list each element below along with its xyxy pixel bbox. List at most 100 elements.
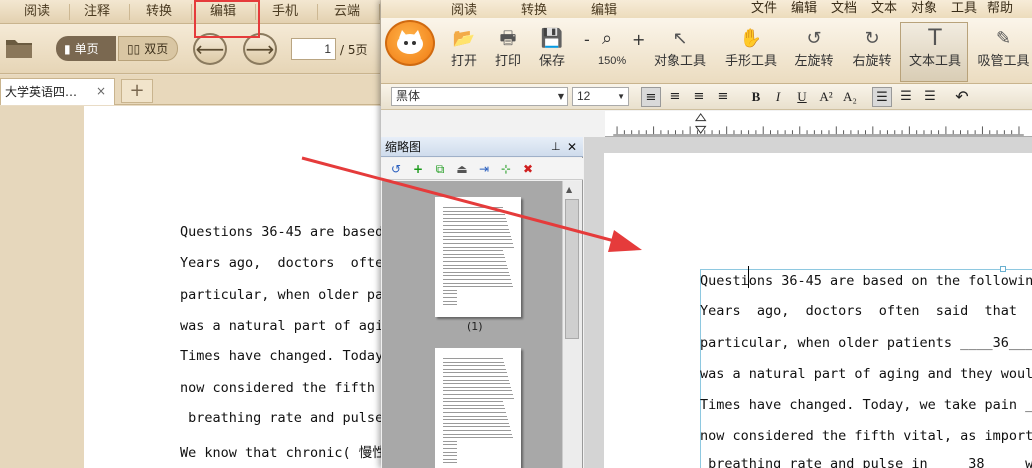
thumbnail-header: 缩略图 ⊥ ✕ — [381, 137, 583, 157]
thumbnail-text-line — [443, 437, 513, 439]
extract-page-icon[interactable]: ⏏ — [454, 161, 470, 177]
arrow-right-icon: ⟶ — [245, 37, 275, 61]
double-page-button[interactable]: ▯▯ 双页 — [118, 36, 178, 61]
menu-text[interactable]: 文本 — [871, 0, 897, 18]
thumbnail-text-line — [443, 271, 509, 273]
thumbnail-text-line — [443, 419, 508, 421]
cat-logo-icon — [397, 30, 423, 54]
resize-handle[interactable] — [1000, 266, 1006, 272]
left-doc-line: Times have changed. Today — [180, 348, 384, 364]
menu-tools[interactable]: 工具 — [951, 0, 977, 18]
insert-page-icon[interactable]: ⧉ — [432, 161, 448, 177]
double-page-icon: ▯▯ — [127, 41, 141, 56]
thumbnail-text-line — [443, 232, 510, 234]
left-doc-line: now considered the fifth — [180, 380, 384, 396]
text-tool-button[interactable]: T 文本工具 — [904, 26, 966, 70]
align-right-icon[interactable]: ≡ — [689, 87, 709, 107]
left-doc-line: breathing rate and pulse — [180, 410, 384, 426]
menu-object[interactable]: 对象 — [911, 0, 937, 18]
split-page-icon[interactable]: ⊹ — [498, 161, 514, 177]
rotate-right-button[interactable]: ↻ 右旋转 — [848, 28, 896, 69]
document-tab-title: 大学英语四… — [5, 85, 78, 99]
rotate-left-button[interactable]: ↺ 左旋转 — [790, 28, 838, 69]
folder-icon[interactable] — [4, 34, 34, 60]
add-page-icon[interactable]: + — [410, 161, 426, 177]
tab-cloud[interactable]: 云端 — [324, 0, 380, 24]
thumbnail-text-line — [443, 361, 504, 363]
font-size-value: 12 — [577, 89, 591, 103]
single-page-button[interactable]: ▮ 单页 — [56, 36, 116, 61]
tab-mobile[interactable]: 手机 — [262, 0, 318, 24]
line-spacing-15-icon[interactable]: ☰ — [896, 87, 916, 107]
object-tool-button[interactable]: ↖ 对象工具 — [650, 28, 710, 69]
print-label: 打印 — [494, 54, 521, 69]
text-tool-icon: T — [928, 26, 942, 51]
rotate-page-icon[interactable]: ↺ — [388, 161, 404, 177]
print-icon: 🖶 — [499, 28, 517, 49]
scrollbar-thumb[interactable] — [565, 199, 579, 339]
rotate-right-label: 右旋转 — [852, 54, 892, 69]
line-spacing-2-icon[interactable]: ☰ — [920, 87, 940, 107]
delete-page-icon[interactable]: ✖ — [520, 161, 536, 177]
zoom-level[interactable]: 150% — [598, 55, 626, 67]
align-center-icon[interactable]: ≡ — [665, 87, 685, 107]
print-button[interactable]: 🖶 打印 — [484, 28, 532, 69]
thumbnail-text-line — [443, 221, 507, 223]
doc-line[interactable]: now considered the fifth vital, as impor… — [700, 428, 1032, 444]
thumbnail-text-line — [443, 451, 457, 453]
undo-icon[interactable]: ↶ — [952, 87, 972, 107]
close-icon[interactable]: ✕ — [567, 137, 577, 157]
doc-line[interactable]: particular, when older patients ____36__… — [700, 335, 1032, 351]
zoom-in-button[interactable]: + — [632, 30, 645, 49]
menu-file[interactable]: 文件 — [751, 0, 777, 18]
menu-edit[interactable]: 编辑 — [791, 0, 817, 18]
justify-icon[interactable]: ≡ — [713, 87, 733, 107]
menu-help[interactable]: 帮助 — [987, 0, 1013, 18]
thumbnail-text-line — [443, 300, 457, 302]
doc-line[interactable]: Times have changed. Today, we take pain … — [700, 397, 1032, 413]
tab-read[interactable]: 阅读 — [14, 0, 70, 24]
font-name-select[interactable]: 黑体 ▼ — [391, 87, 568, 106]
pin-icon[interactable]: ⊥ — [551, 137, 561, 157]
subscript-icon[interactable]: A₂ — [840, 87, 860, 107]
eyedropper-icon: ✎ — [995, 28, 1012, 49]
zoom-out-button[interactable]: - — [584, 30, 590, 49]
thumbnail-text-line — [443, 379, 509, 381]
hand-tool-button[interactable]: ✋ 手形工具 — [720, 28, 782, 69]
ruler — [605, 111, 1032, 137]
add-tab-button[interactable]: + — [121, 79, 153, 103]
text-cursor — [748, 266, 749, 288]
align-left-icon[interactable]: ≡ — [641, 87, 661, 107]
thumbnail-text-line — [443, 448, 457, 449]
underline-icon[interactable]: U — [792, 87, 812, 107]
ruler-left-gap — [381, 111, 605, 137]
doc-line[interactable]: Questions 36-45 are based on the followi… — [700, 273, 1032, 289]
thumbnail-text-line — [443, 383, 510, 385]
page-number-input[interactable]: 1 — [291, 38, 336, 60]
page-thumbnail-2[interactable] — [435, 348, 521, 468]
doc-line[interactable]: breathing rate and pulse in ____38____ w… — [700, 456, 1032, 468]
save-button[interactable]: 💾 保存 — [528, 28, 576, 69]
folder-open-icon: 📂 — [452, 28, 476, 49]
left-doc-line: Questions 36-45 are based — [180, 224, 384, 240]
superscript-icon[interactable]: A² — [816, 87, 836, 107]
replace-page-icon[interactable]: ⇥ — [476, 161, 492, 177]
thumbnail-scrollbar[interactable]: ▲ — [562, 181, 582, 468]
eyedropper-button[interactable]: ✎ 吸管工具 — [975, 28, 1032, 69]
menu-document[interactable]: 文档 — [831, 0, 857, 18]
open-label: 打开 — [450, 54, 477, 69]
scroll-up-icon[interactable]: ▲ — [566, 185, 572, 194]
thumbnail-text-line — [443, 253, 504, 255]
bold-icon[interactable]: B — [746, 87, 766, 107]
tab-convert[interactable]: 转换 — [136, 0, 192, 24]
font-size-select[interactable]: 12 ▼ — [572, 87, 629, 106]
line-spacing-1-icon[interactable]: ☰ — [872, 87, 892, 107]
open-button[interactable]: 📂 打开 — [440, 28, 488, 69]
italic-icon[interactable]: I — [768, 87, 788, 107]
close-icon[interactable]: × — [96, 84, 106, 98]
page-thumbnail-1[interactable] — [435, 197, 521, 317]
thumbnail-text-line — [443, 261, 506, 262]
doc-line[interactable]: was a natural part of aging and they wou… — [700, 366, 1032, 382]
doc-line[interactable]: Years ago, doctors often said that pain — [700, 303, 1032, 319]
tab-annotate[interactable]: 注释 — [74, 0, 130, 24]
